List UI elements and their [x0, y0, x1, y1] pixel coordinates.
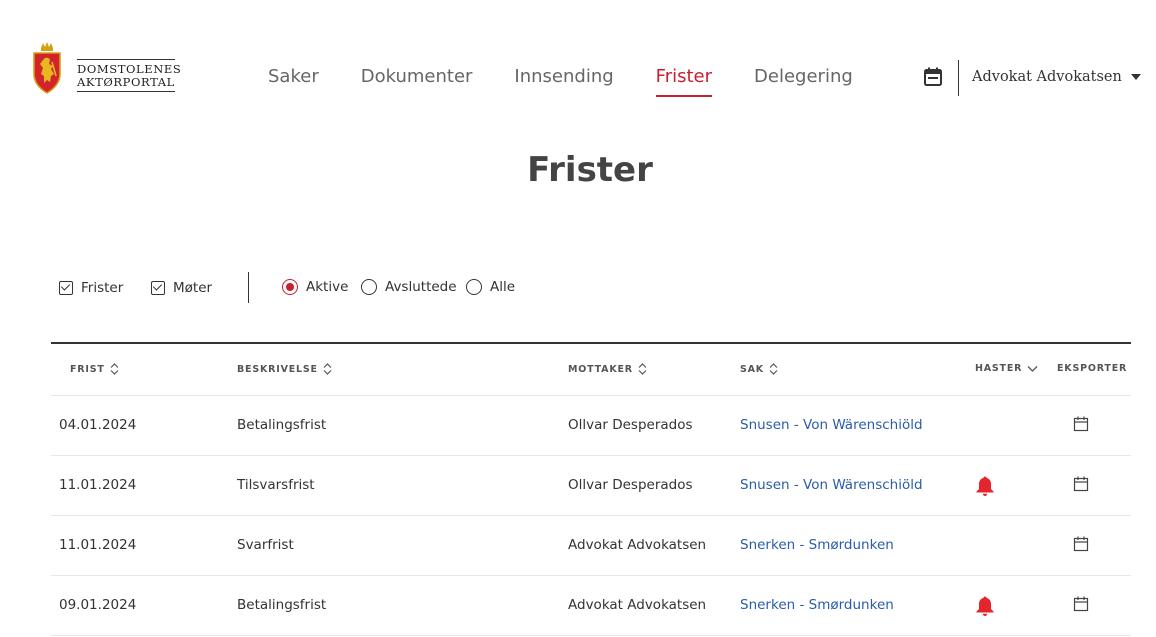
column-header-frist[interactable]: FRIST [70, 363, 119, 375]
cell-sak-link[interactable]: Snusen - Von Wärenschiöld [740, 417, 923, 433]
filter-bar: Frister Møter Aktive Avsluttede Alle [59, 272, 579, 304]
cell-beskrivelse: Tilsvarsfrist [237, 477, 315, 493]
cell-frist: 11.01.2024 [59, 477, 137, 493]
cell-mottaker: Ollvar Desperados [568, 477, 693, 493]
column-header-sak[interactable]: SAK [740, 363, 778, 375]
filter-label: Møter [173, 280, 213, 296]
cell-beskrivelse: Betalingsfrist [237, 597, 327, 613]
filter-radio-alle[interactable]: Alle [466, 279, 515, 295]
coat-of-arms-icon [33, 42, 61, 94]
cell-mottaker: Advokat Advokatsen [568, 537, 707, 553]
filter-label: Aktive [306, 279, 349, 295]
cell-beskrivelse: Svarfrist [237, 537, 294, 553]
nav-item-delegering[interactable]: Delegering [754, 66, 853, 98]
sort-icon [638, 363, 647, 375]
cell-frist: 09.01.2024 [59, 597, 137, 613]
nav-item-dokumenter[interactable]: Dokumenter [361, 66, 473, 98]
page-title: Frister [527, 150, 653, 190]
cell-sak-link[interactable]: Snerken - Smørdunken [740, 597, 894, 613]
nav-item-saker[interactable]: Saker [268, 66, 319, 98]
column-header-beskrivelse[interactable]: BESKRIVELSE [237, 363, 332, 375]
column-header-haster[interactable]: HASTER [975, 363, 1038, 374]
nav-item-innsending[interactable]: Innsending [514, 66, 613, 98]
table-row: 09.01.2024 Betalingsfrist Advokat Advoka… [51, 576, 1131, 636]
chevron-down-icon [1027, 365, 1038, 372]
cell-sak-link[interactable]: Snusen - Von Wärenschiöld [740, 477, 923, 493]
cell-frist: 11.01.2024 [59, 537, 137, 553]
radio-icon[interactable] [466, 279, 482, 295]
column-label: SAK [740, 363, 764, 375]
column-label: HASTER [975, 363, 1023, 374]
export-calendar-button[interactable] [1073, 476, 1089, 496]
cell-mottaker: Advokat Advokatsen [568, 597, 707, 613]
calendar-button[interactable] [922, 66, 944, 88]
user-menu[interactable]: Advokat Advokatsen [972, 69, 1141, 85]
filter-label: Frister [81, 280, 124, 296]
urgent-bell-icon [975, 475, 995, 501]
filter-label: Alle [490, 279, 516, 295]
checkbox-checked-icon[interactable] [151, 281, 165, 295]
calendar-export-icon [1073, 416, 1089, 432]
column-label: BESKRIVELSE [237, 363, 318, 375]
header: DOMSTOLENES AKTØRPORTAL Saker Dokumenter… [0, 0, 1156, 120]
filter-radio-aktive[interactable]: Aktive [282, 279, 348, 295]
table-row: 04.01.2024 Betalingsfrist Ollvar Despera… [51, 396, 1131, 456]
filter-checkbox-frister[interactable]: Frister [59, 280, 123, 296]
table-header: FRIST BESKRIVELSE MOTTAKER SAK HASTER EK… [51, 344, 1131, 396]
sort-icon [110, 363, 119, 375]
filter-radio-avsluttede[interactable]: Avsluttede [361, 279, 457, 295]
radio-selected-icon[interactable] [282, 279, 298, 295]
logo[interactable]: DOMSTOLENES AKTØRPORTAL [32, 42, 181, 94]
filter-label: Avsluttede [385, 279, 457, 295]
export-calendar-button[interactable] [1073, 536, 1089, 556]
column-header-eksporter: EKSPORTER [1057, 363, 1127, 374]
caret-down-icon [1130, 74, 1141, 80]
column-label: FRIST [70, 363, 105, 375]
calendar-export-icon [1073, 536, 1089, 552]
radio-icon[interactable] [361, 279, 377, 295]
table-row: 11.01.2024 Svarfrist Advokat Advokatsen … [51, 516, 1131, 576]
table-row: 11.01.2024 Tilsvarsfrist Ollvar Desperad… [51, 456, 1131, 516]
nav-item-frister[interactable]: Frister [655, 66, 713, 97]
calendar-export-icon [1073, 476, 1089, 492]
urgent-bell-icon [975, 595, 995, 621]
frister-table: FRIST BESKRIVELSE MOTTAKER SAK HASTER EK… [51, 342, 1131, 636]
sort-icon [769, 363, 778, 375]
cell-mottaker: Ollvar Desperados [568, 417, 693, 433]
checkbox-checked-icon[interactable] [59, 281, 73, 295]
sort-icon [323, 363, 332, 375]
calendar-icon [924, 67, 942, 86]
filter-checkbox-moter[interactable]: Møter [151, 280, 212, 296]
export-calendar-button[interactable] [1073, 416, 1089, 436]
cell-sak-link[interactable]: Snerken - Smørdunken [740, 537, 894, 553]
main-nav: Saker Dokumenter Innsending Frister Dele… [268, 66, 895, 98]
user-name: Advokat Advokatsen [972, 69, 1122, 85]
cell-beskrivelse: Betalingsfrist [237, 417, 327, 433]
column-label: MOTTAKER [568, 363, 633, 375]
header-divider [958, 60, 959, 96]
column-header-mottaker[interactable]: MOTTAKER [568, 363, 647, 375]
calendar-export-icon [1073, 596, 1089, 612]
logo-line-2: AKTØRPORTAL [77, 75, 175, 89]
logo-text: DOMSTOLENES AKTØRPORTAL [77, 59, 181, 92]
filter-divider [248, 272, 249, 303]
export-calendar-button[interactable] [1073, 596, 1089, 616]
cell-frist: 04.01.2024 [59, 417, 137, 433]
column-label: EKSPORTER [1057, 363, 1128, 374]
